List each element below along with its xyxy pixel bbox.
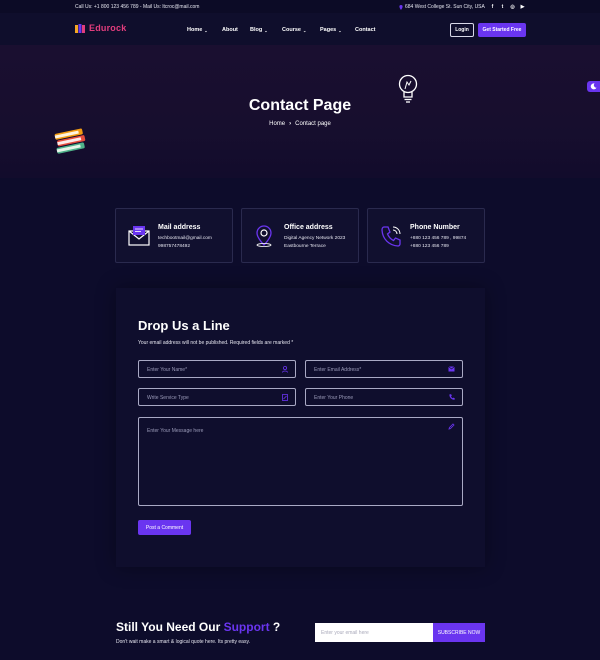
mail-address-card: Mail address techbootmail@gmail.com 9987… xyxy=(115,208,233,263)
user-icon xyxy=(282,366,288,373)
mail-icon xyxy=(128,226,150,246)
nav-about[interactable]: About xyxy=(222,27,238,33)
twitter-icon[interactable]: t xyxy=(499,3,506,10)
facebook-icon[interactable]: f xyxy=(489,3,496,10)
card-title: Mail address xyxy=(158,224,201,231)
phone-small-icon xyxy=(449,394,455,400)
subscribe-button[interactable]: SUBSCRIBE NOW xyxy=(433,623,485,642)
nav-contact[interactable]: Contact xyxy=(355,27,375,33)
instagram-icon[interactable]: ◎ xyxy=(509,3,516,10)
pencil-icon xyxy=(448,423,455,430)
form-note: Your email address will not be published… xyxy=(138,340,294,346)
nav-home[interactable]: Home ⌄ xyxy=(187,27,208,33)
dark-mode-toggle[interactable] xyxy=(587,81,600,92)
service-type-input[interactable]: Write Service Type xyxy=(138,388,296,406)
phone-icon xyxy=(381,226,401,247)
phone-number-card: Phone Number +880 123 456 789 , 99874 +8… xyxy=(367,208,485,263)
chevron-down-icon: ⌄ xyxy=(204,27,208,33)
breadcrumb-separator-icon: › xyxy=(289,121,292,127)
hero-banner: Contact Page Home › Contact page xyxy=(0,45,600,178)
nav-pages[interactable]: Pages ⌄ xyxy=(320,27,342,33)
card-line: Digital Agency Network 2023 xyxy=(284,236,346,241)
nav-course[interactable]: Course ⌄ xyxy=(282,27,306,33)
chevron-down-icon: ⌄ xyxy=(338,27,342,33)
envelope-icon xyxy=(448,366,455,372)
books-icon xyxy=(54,128,86,154)
edit-document-icon xyxy=(282,394,288,401)
phone-placeholder: Enter Your Phone xyxy=(314,395,354,401)
logo[interactable]: Edurock xyxy=(75,23,126,33)
address-info: 684 West College St. Sun City, USA xyxy=(399,4,485,10)
address-text: 684 West College St. Sun City, USA xyxy=(405,4,485,10)
contact-info: Call Us: +1 800 123 456 789 - Mail Us: l… xyxy=(75,4,200,10)
location-icon xyxy=(256,225,272,247)
newsletter-email-input[interactable]: Enter your email here xyxy=(315,623,433,642)
breadcrumb-home[interactable]: Home xyxy=(269,121,285,127)
breadcrumb-current: Contact page xyxy=(295,121,331,127)
phone-input[interactable]: Enter Your Phone xyxy=(305,388,463,406)
breadcrumb: Home › Contact page xyxy=(0,121,600,127)
login-button[interactable]: Login xyxy=(450,23,474,37)
name-placeholder: Enter Your Name* xyxy=(147,367,188,373)
chevron-down-icon: ⌄ xyxy=(302,27,307,33)
card-line: Eastbourne Terrace xyxy=(284,244,326,249)
email-input[interactable]: Enter Email Address* xyxy=(305,360,463,378)
location-pin-icon xyxy=(399,4,403,10)
message-textarea[interactable]: Enter Your Message here xyxy=(138,417,463,506)
message-placeholder: Enter Your Message here xyxy=(147,428,204,434)
support-heading: Still You Need Our Support ? xyxy=(116,620,281,634)
moon-icon xyxy=(590,83,597,90)
get-started-button[interactable]: Get Started Free xyxy=(478,23,526,37)
logo-text: Edurock xyxy=(89,23,127,33)
support-accent: Support xyxy=(223,620,270,634)
post-comment-button[interactable]: Post a Comment xyxy=(138,520,191,535)
youtube-icon[interactable]: ▶ xyxy=(519,3,526,10)
page-title: Contact Page xyxy=(248,97,352,114)
contact-form: Drop Us a Line Your email address will n… xyxy=(116,288,485,567)
top-bar: Call Us: +1 800 123 456 789 - Mail Us: l… xyxy=(0,0,600,13)
chevron-down-icon: ⌄ xyxy=(264,27,268,33)
logo-book-icon xyxy=(75,23,85,33)
form-title: Drop Us a Line xyxy=(138,318,230,333)
card-line: +880 123 456 789 xyxy=(410,244,449,249)
office-address-card: Office address Digital Agency Network 20… xyxy=(241,208,359,263)
card-title: Phone Number xyxy=(410,224,460,231)
name-input[interactable]: Enter Your Name* xyxy=(138,360,296,378)
nav-blog[interactable]: Blog ⌄ xyxy=(250,27,268,33)
lightbulb-icon xyxy=(398,74,418,103)
card-line: 998757478492 xyxy=(158,244,191,249)
email-placeholder: Enter Email Address* xyxy=(314,367,362,373)
card-line: +880 123 456 789 , 99874 xyxy=(410,236,467,241)
service-placeholder: Write Service Type xyxy=(147,395,189,401)
main-header: Edurock Home ⌄ About Blog ⌄ Course ⌄ Pages ⌄… xyxy=(0,13,600,45)
newsletter-placeholder: Enter your email here xyxy=(321,630,369,636)
support-subtitle: Don't wait make a smart & logical quote … xyxy=(116,639,250,645)
card-title: Office address xyxy=(284,224,333,231)
card-line: techbootmail@gmail.com xyxy=(158,236,212,241)
